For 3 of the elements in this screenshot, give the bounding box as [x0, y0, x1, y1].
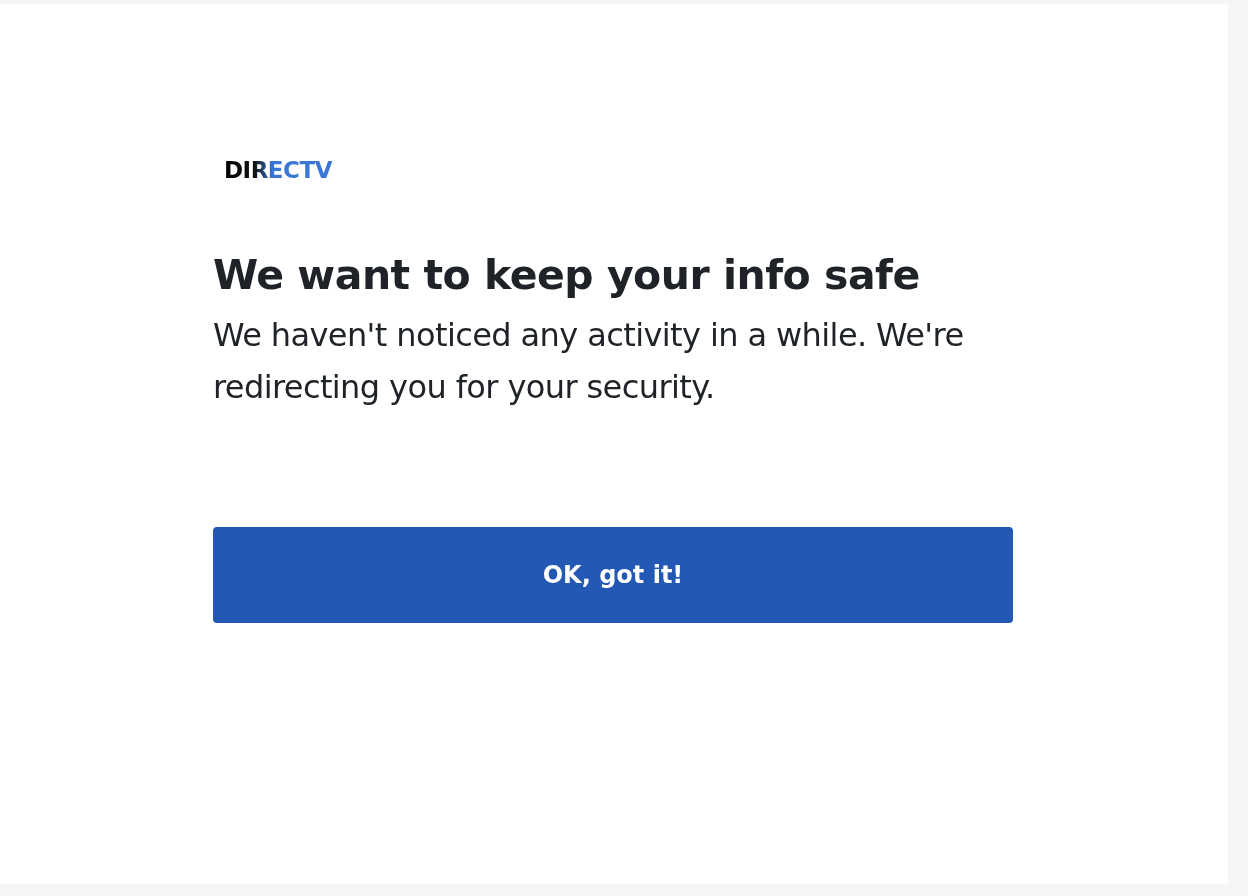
ok-button[interactable]: OK, got it!: [213, 527, 1013, 623]
message: We haven't noticed any activity in a while. We're redirecting you for your security.: [213, 315, 965, 408]
heading: We want to keep your info safe: [213, 250, 921, 301]
